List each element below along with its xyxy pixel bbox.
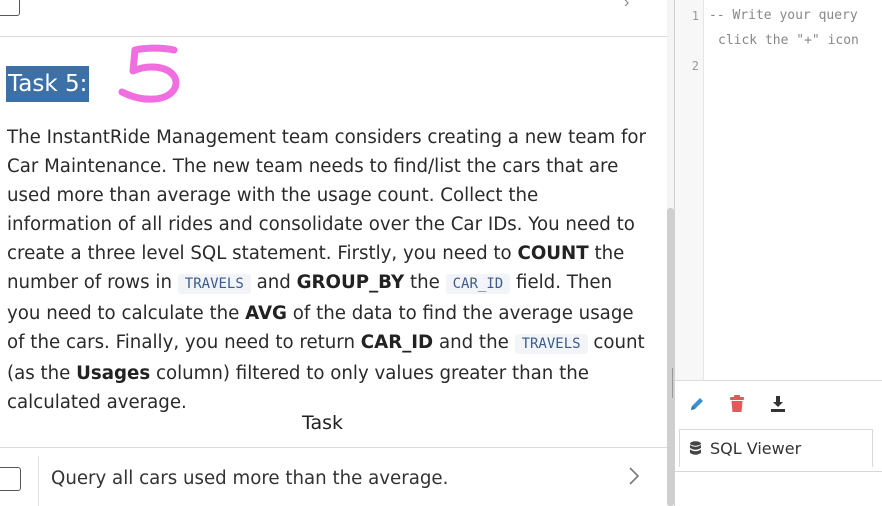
task-checkbox[interactable]: [0, 467, 21, 491]
previous-task-checkbox[interactable]: [0, 0, 20, 16]
code-travels: TRAVELS: [177, 274, 251, 294]
keyword-avg: AVG: [245, 303, 287, 324]
chevron-right-icon[interactable]: ›: [624, 0, 629, 12]
editor-line[interactable]: click the "+" icon: [718, 33, 859, 48]
task-item-label: Query all cars used more than the averag…: [51, 468, 449, 489]
task-heading: Task 5:: [6, 66, 90, 102]
description-text: and the: [433, 332, 515, 353]
scrollbar-thumb[interactable]: [667, 208, 674, 506]
line-number-gutter: 1 2: [675, 0, 704, 380]
pencil-icon[interactable]: [688, 395, 706, 413]
line-number: 1: [691, 9, 699, 23]
database-icon: [690, 441, 701, 455]
editor-line[interactable]: -- Write your query: [709, 8, 858, 23]
code-car-id: CAR_ID: [445, 274, 511, 294]
chevron-right-icon[interactable]: [628, 466, 640, 486]
task-section-title: Task: [301, 412, 343, 434]
line-number: 2: [691, 59, 699, 73]
sql-viewer-tab[interactable]: SQL Viewer: [679, 429, 873, 467]
code-travels: TRAVELS: [514, 334, 588, 354]
keyword-group-by: GROUP_BY: [296, 272, 405, 293]
sql-viewer-label: SQL Viewer: [710, 439, 802, 458]
editor-toolbar: [675, 381, 882, 426]
previous-task-row[interactable]: ›: [0, 0, 667, 37]
panel-divider: [675, 471, 882, 472]
task-item-row[interactable]: Query all cars used more than the averag…: [0, 447, 667, 506]
keyword-usages: Usages: [76, 363, 151, 384]
description-text: the: [404, 272, 446, 293]
task-description: The InstantRide Management team consider…: [7, 123, 647, 417]
keyword-count: COUNT: [517, 243, 589, 264]
description-text: and: [250, 272, 297, 293]
row-divider: [38, 456, 39, 506]
trash-icon[interactable]: [729, 395, 745, 413]
handwritten-five-annotation: [118, 44, 180, 103]
keyword-car-id: CAR_ID: [360, 332, 434, 353]
task-pane: › Task 5: The InstantRide Management tea…: [0, 0, 667, 506]
sql-editor[interactable]: 1 2 -- Write your query click the "+" ic…: [675, 0, 882, 381]
download-icon[interactable]: [769, 395, 787, 413]
